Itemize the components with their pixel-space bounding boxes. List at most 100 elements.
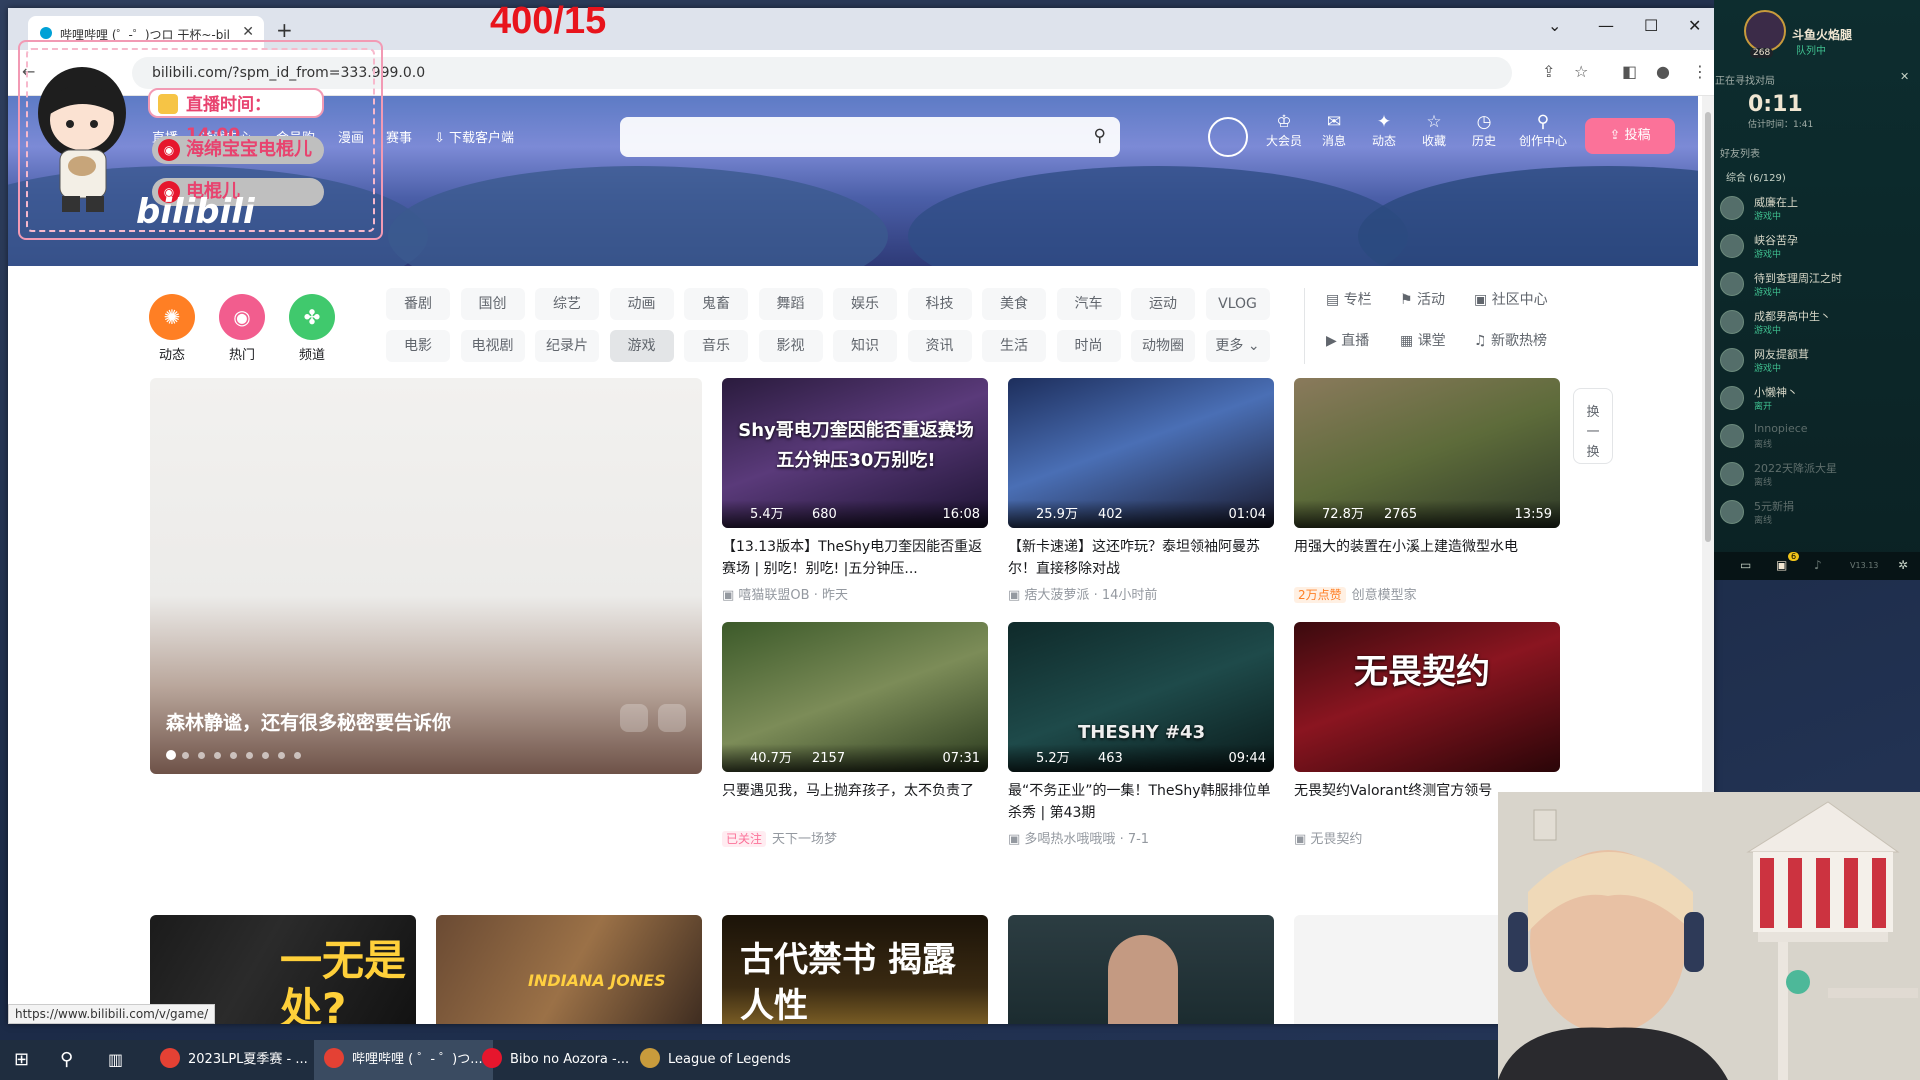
video-title[interactable]: 用强大的装置在小溪上建造微型水电 <box>1294 536 1560 580</box>
side-community[interactable]: ▣ 社区中心 <box>1474 289 1548 309</box>
carousel-dot[interactable] <box>246 752 253 759</box>
close-tab-icon[interactable]: ✕ <box>242 24 254 40</box>
lol-friend-row[interactable]: 成都男高中生丶 游戏中 <box>1720 306 1910 340</box>
video-thumbnail[interactable]: 72.8万 2765 13:59 <box>1294 378 1560 528</box>
category-6[interactable]: 娱乐 <box>833 288 897 320</box>
carousel-dot[interactable] <box>166 750 176 760</box>
new-tab-icon[interactable]: + <box>276 18 293 42</box>
user-avatar[interactable] <box>1208 117 1248 157</box>
lol-mic-icon[interactable]: ♪ <box>1814 558 1822 572</box>
start-icon[interactable]: ⊞ <box>14 1040 29 1080</box>
video-card[interactable]: Shy哥电刀奎因能否重返赛场 五分钟压30万别吃! 5.4万 680 16:08 【13… <box>722 378 988 603</box>
video-thumb-bottom[interactable]: 古代禁书 揭露人性 <box>722 915 988 1024</box>
video-card[interactable]: 25.9万 402 01:04 【新卡速递】这还咋玩？泰坦领袖阿曼苏尔！直接移除对战 ▣… <box>1008 378 1274 603</box>
video-thumbnail[interactable]: 40.7万 2157 07:31 <box>722 622 988 772</box>
channel-channel-icon[interactable]: ✤ <box>289 294 335 340</box>
lol-chat-icon[interactable]: ▭ <box>1740 558 1751 572</box>
video-thumbnail[interactable]: Shy哥电刀奎因能否重返赛场 五分钟压30万别吃! 5.4万 680 16:08 <box>722 378 988 528</box>
menu-icon[interactable]: ⋮ <box>1692 62 1708 81</box>
channel-hot-icon[interactable]: ◉ <box>219 294 265 340</box>
side-column[interactable]: ▤ 专栏 <box>1326 289 1372 309</box>
category-21[interactable]: 时尚 <box>1056 330 1121 362</box>
carousel-dot[interactable] <box>230 752 237 759</box>
video-author[interactable]: 多喝热水哦哦哦 <box>1024 832 1115 847</box>
lol-friend-row[interactable]: 小懒神丶 离开 <box>1720 382 1910 416</box>
lol-friend-row[interactable]: Innopiece 离线 <box>1720 420 1910 454</box>
video-title[interactable]: 最“不务正业”的一集！TheShy韩服排位单杀秀 | 第43期 <box>1008 780 1274 824</box>
lol-messages-icon[interactable]: ▣ <box>1776 558 1787 572</box>
video-title[interactable]: 【新卡速递】这还咋玩？泰坦领袖阿曼苏尔！直接移除对战 <box>1008 536 1274 580</box>
video-author[interactable]: 痞大菠萝派 <box>1024 588 1089 603</box>
lol-friend-row[interactable]: 5元新捐 离线 <box>1720 496 1910 530</box>
video-thumbnail[interactable]: THESHY #43 5.2万 463 09:44 <box>1008 622 1274 772</box>
lol-settings-icon[interactable]: ✲ <box>1898 558 1908 572</box>
header-history[interactable]: ◷ 历史 <box>1459 112 1509 149</box>
video-author[interactable]: 创意模型家 <box>1352 588 1417 603</box>
side-panel-icon[interactable]: ◧ <box>1622 62 1637 81</box>
lol-friend-row[interactable]: 网友提额茸 游戏中 <box>1720 344 1910 378</box>
video-card[interactable]: THESHY #43 5.2万 463 09:44 最“不务正业”的一集！TheShy韩… <box>1008 622 1274 847</box>
category-14[interactable]: 纪录片 <box>535 330 599 362</box>
nav-match[interactable]: 赛事 <box>386 127 412 146</box>
nav-download-client[interactable]: ⇩ 下载客户端 <box>434 127 514 146</box>
header-message[interactable]: ✉ 消息 <box>1309 112 1359 149</box>
category-17[interactable]: 影视 <box>758 330 823 362</box>
category-10[interactable]: 运动 <box>1131 288 1195 320</box>
category-22[interactable]: 动物圈 <box>1131 330 1195 362</box>
category-23[interactable]: 更多 ⌄ <box>1205 330 1270 362</box>
lol-profile-icon[interactable] <box>1744 10 1786 52</box>
carousel-dot[interactable] <box>214 752 221 759</box>
side-music-chart[interactable]: ♫ 新歌热榜 <box>1474 330 1547 350</box>
refresh-button[interactable]: 换一换 <box>1573 388 1613 464</box>
close-window-icon[interactable]: ✕ <box>1688 16 1701 35</box>
category-3[interactable]: 动画 <box>609 288 674 320</box>
category-16[interactable]: 音乐 <box>684 330 748 362</box>
header-vip[interactable]: ♔ 大会员 <box>1259 112 1309 149</box>
channel-dynamic-icon[interactable]: ✺ <box>149 294 195 340</box>
category-4[interactable]: 鬼畜 <box>684 288 748 320</box>
category-11[interactable]: VLOG <box>1205 288 1270 320</box>
video-thumbnail[interactable]: 无畏契约 <box>1294 622 1560 772</box>
side-live[interactable]: ▶ 直播 <box>1326 330 1369 350</box>
share-icon[interactable]: ⇪ <box>1542 62 1555 81</box>
taskbar-app[interactable]: League of Legends <box>630 1040 801 1080</box>
search-box[interactable]: ⚲ <box>620 117 1120 157</box>
category-0[interactable]: 番剧 <box>386 288 450 320</box>
search-icon[interactable]: ⚲ <box>1094 126 1106 146</box>
carousel-dot[interactable] <box>262 752 269 759</box>
side-activity[interactable]: ⚑ 活动 <box>1400 289 1445 309</box>
video-card[interactable]: 72.8万 2765 13:59 用强大的装置在小溪上建造微型水电 2万点赞 创意模型家 <box>1294 378 1560 603</box>
video-title[interactable]: 只要遇见我，马上抛弃孩子，太不负责了 <box>722 780 988 824</box>
maximize-icon[interactable]: ☐ <box>1644 16 1658 35</box>
category-13[interactable]: 电视剧 <box>460 330 525 362</box>
video-thumbnail[interactable]: 25.9万 402 01:04 <box>1008 378 1274 528</box>
carousel-banner[interactable]: 森林静谧，还有很多秘密要告诉你 <box>150 378 702 774</box>
video-thumb-bottom[interactable]: INDIANA JONES <box>436 915 702 1024</box>
header-dynamic[interactable]: ✦ 动态 <box>1359 112 1409 149</box>
channel-dynamic-label[interactable]: 动态 <box>142 344 202 363</box>
header-favorites[interactable]: ☆ 收藏 <box>1409 112 1459 149</box>
category-5[interactable]: 舞蹈 <box>758 288 823 320</box>
side-course[interactable]: ▦ 课堂 <box>1400 330 1446 350</box>
bookmark-star-icon[interactable]: ☆ <box>1574 62 1588 81</box>
video-title[interactable]: 【13.13版本】TheShy电刀奎因能否重返赛场 | 别吃！别吃! |五分钟压… <box>722 536 988 580</box>
video-author[interactable]: 无畏契约 <box>1310 832 1362 847</box>
scrollbar-thumb[interactable] <box>1705 112 1711 542</box>
upload-button[interactable]: ⇪ 投稿 <box>1585 118 1675 154</box>
lol-friend-group[interactable]: 综合 (6/129) <box>1726 169 1786 184</box>
channel-hot-label[interactable]: 热门 <box>212 344 272 363</box>
video-card[interactable]: 40.7万 2157 07:31 只要遇见我，马上抛弃孩子，太不负责了 已关注 天下一场梦 <box>722 622 988 847</box>
category-1[interactable]: 国创 <box>460 288 525 320</box>
task-view-icon[interactable]: ▥ <box>108 1040 123 1080</box>
video-author[interactable]: 嘻猫联盟OB <box>738 588 809 603</box>
carousel-dot[interactable] <box>278 752 285 759</box>
tab-search-icon[interactable]: ⌄ <box>1548 16 1561 35</box>
taskbar-app[interactable]: Bibo no Aozora -... <box>472 1040 639 1080</box>
category-2[interactable]: 综艺 <box>535 288 599 320</box>
taskbar-app[interactable]: 哔哩哔哩 ( ゜- ゜)つ... <box>314 1040 493 1080</box>
carousel-dot[interactable] <box>198 752 205 759</box>
minimize-icon[interactable]: — <box>1598 16 1614 35</box>
category-8[interactable]: 美食 <box>982 288 1046 320</box>
category-18[interactable]: 知识 <box>833 330 897 362</box>
category-15[interactable]: 游戏 <box>609 330 674 362</box>
